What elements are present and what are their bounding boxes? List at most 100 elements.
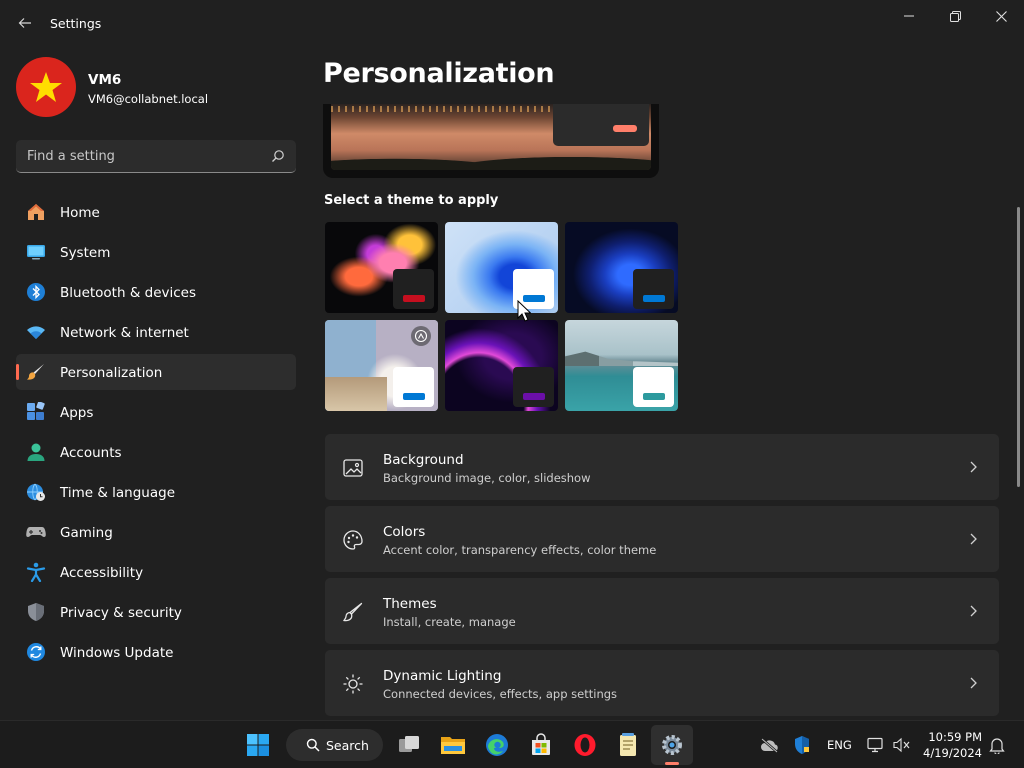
sidebar-item-label: Accounts [60,445,122,461]
sidebar-item-label: Apps [60,405,94,421]
settings-search[interactable] [16,140,296,173]
home-icon [28,204,44,220]
tray-clock-date[interactable]: 4/19/2024 [916,746,982,760]
accessibility-icon [26,562,46,582]
sidebar-item-label: Time & language [60,485,176,501]
sidebar-item-label: Gaming [60,525,113,541]
shield-icon [28,603,44,621]
card-dynamic-lighting[interactable]: Dynamic Lighting Connected devices, effe… [325,650,999,716]
taskbar-search[interactable]: Search [286,729,383,761]
search-icon [306,738,320,752]
start-button[interactable] [244,731,272,759]
sidebar-item-privacy[interactable]: Privacy & security [16,594,296,630]
sun-icon [343,674,363,694]
theme-spotlight-badge [411,326,431,346]
close-icon [995,10,1007,22]
sidebar-item-personalization[interactable]: Personalization [16,354,296,390]
back-arrow-icon [18,18,31,28]
vietnam-flag-avatar-icon [30,72,62,102]
sidebar-item-time-language[interactable]: Time & language [16,474,296,510]
theme-tile-windows-light[interactable] [445,222,558,313]
notifications-button[interactable] [983,731,1011,759]
onedrive-tray-button[interactable] [756,731,784,759]
sidebar-item-bluetooth[interactable]: Bluetooth & devices [16,274,296,310]
edge-button[interactable] [483,731,511,759]
paintbrush-icon [27,364,44,380]
network-tray-button[interactable] [862,731,890,759]
minimize-button[interactable] [886,0,932,32]
search-input[interactable] [16,140,266,172]
card-colors[interactable]: Colors Accent color, transparency effect… [325,506,999,572]
settings-gear-icon [662,735,682,755]
sidebar-item-home[interactable]: Home [16,194,296,230]
spotlight-icon [414,329,428,343]
store-icon [532,733,550,755]
bluetooth-icon [27,283,45,301]
taskbar-search-label: Search [326,738,369,753]
update-icon [27,643,45,661]
brush-icon [343,602,363,622]
profile-email: VM6@collabnet.local [88,92,209,106]
apps-grid-icon [27,402,45,420]
chevron-right-icon [970,605,977,617]
card-subtitle: Accent color, transparency effects, colo… [383,543,657,557]
cloud-offline-icon [761,738,778,753]
volume-tray-button[interactable] [888,731,916,759]
store-button[interactable] [527,731,555,759]
network-monitor-icon [867,737,883,753]
themes-heading: Select a theme to apply [324,193,499,208]
avatar [16,57,76,117]
title-bar: Settings [0,0,1024,46]
sidebar-item-label: Bluetooth & devices [60,285,197,301]
windows-start-icon [247,734,269,756]
theme-tile-glow[interactable] [445,320,558,411]
restore-icon [949,10,961,22]
restore-button[interactable] [932,0,978,32]
app-title: Settings [50,16,102,31]
notepad-icon [620,733,636,756]
sidebar-item-label: Privacy & security [60,605,182,621]
search-icon[interactable] [271,149,285,163]
file-explorer-button[interactable] [439,731,467,759]
security-tray-button[interactable] [788,731,816,759]
bell-icon [989,738,1005,754]
task-view-button[interactable] [395,731,423,759]
sidebar-item-windows-update[interactable]: Windows Update [16,634,296,670]
sidebar-item-apps[interactable]: Apps [16,394,296,430]
sidebar-item-system[interactable]: System [16,234,296,270]
card-title: Colors [383,524,426,540]
card-subtitle: Connected devices, effects, app settings [383,687,618,701]
language-indicator[interactable]: ENG [827,738,852,752]
preview-wallpaper [331,104,651,170]
sidebar-item-accounts[interactable]: Accounts [16,434,296,470]
mouse-cursor-icon [517,300,531,322]
theme-tile-lake[interactable] [565,320,678,411]
card-themes[interactable]: Themes Install, create, manage [325,578,999,644]
card-subtitle: Install, create, manage [383,615,516,629]
sidebar-item-label: Personalization [60,365,163,381]
profile-name: VM6 [88,72,122,88]
notepad-button[interactable] [615,731,643,759]
monitor-icon [27,245,45,260]
gamepad-icon [26,527,46,537]
task-view-icon [399,736,419,752]
main-scrollbar[interactable] [1017,207,1020,487]
sidebar-item-accessibility[interactable]: Accessibility [16,554,296,590]
chevron-right-icon [970,461,977,473]
tray-clock-time[interactable]: 10:59 PM [924,730,982,744]
wifi-icon [27,326,45,339]
opera-button[interactable] [571,731,599,759]
back-button[interactable] [14,12,36,34]
person-icon [27,443,45,461]
card-background[interactable]: Background Background image, color, slid… [325,434,999,500]
theme-tile-windows-dark[interactable] [565,222,678,313]
settings-taskbar-button[interactable] [651,725,693,765]
theme-preview [323,104,659,178]
sidebar-item-network[interactable]: Network & internet [16,314,296,350]
sidebar-item-label: Accessibility [60,565,144,581]
theme-tile-blossom[interactable] [325,320,438,411]
close-button[interactable] [978,0,1024,32]
theme-tile-flower[interactable] [325,222,438,313]
image-icon [343,459,363,477]
sidebar-item-gaming[interactable]: Gaming [16,514,296,550]
